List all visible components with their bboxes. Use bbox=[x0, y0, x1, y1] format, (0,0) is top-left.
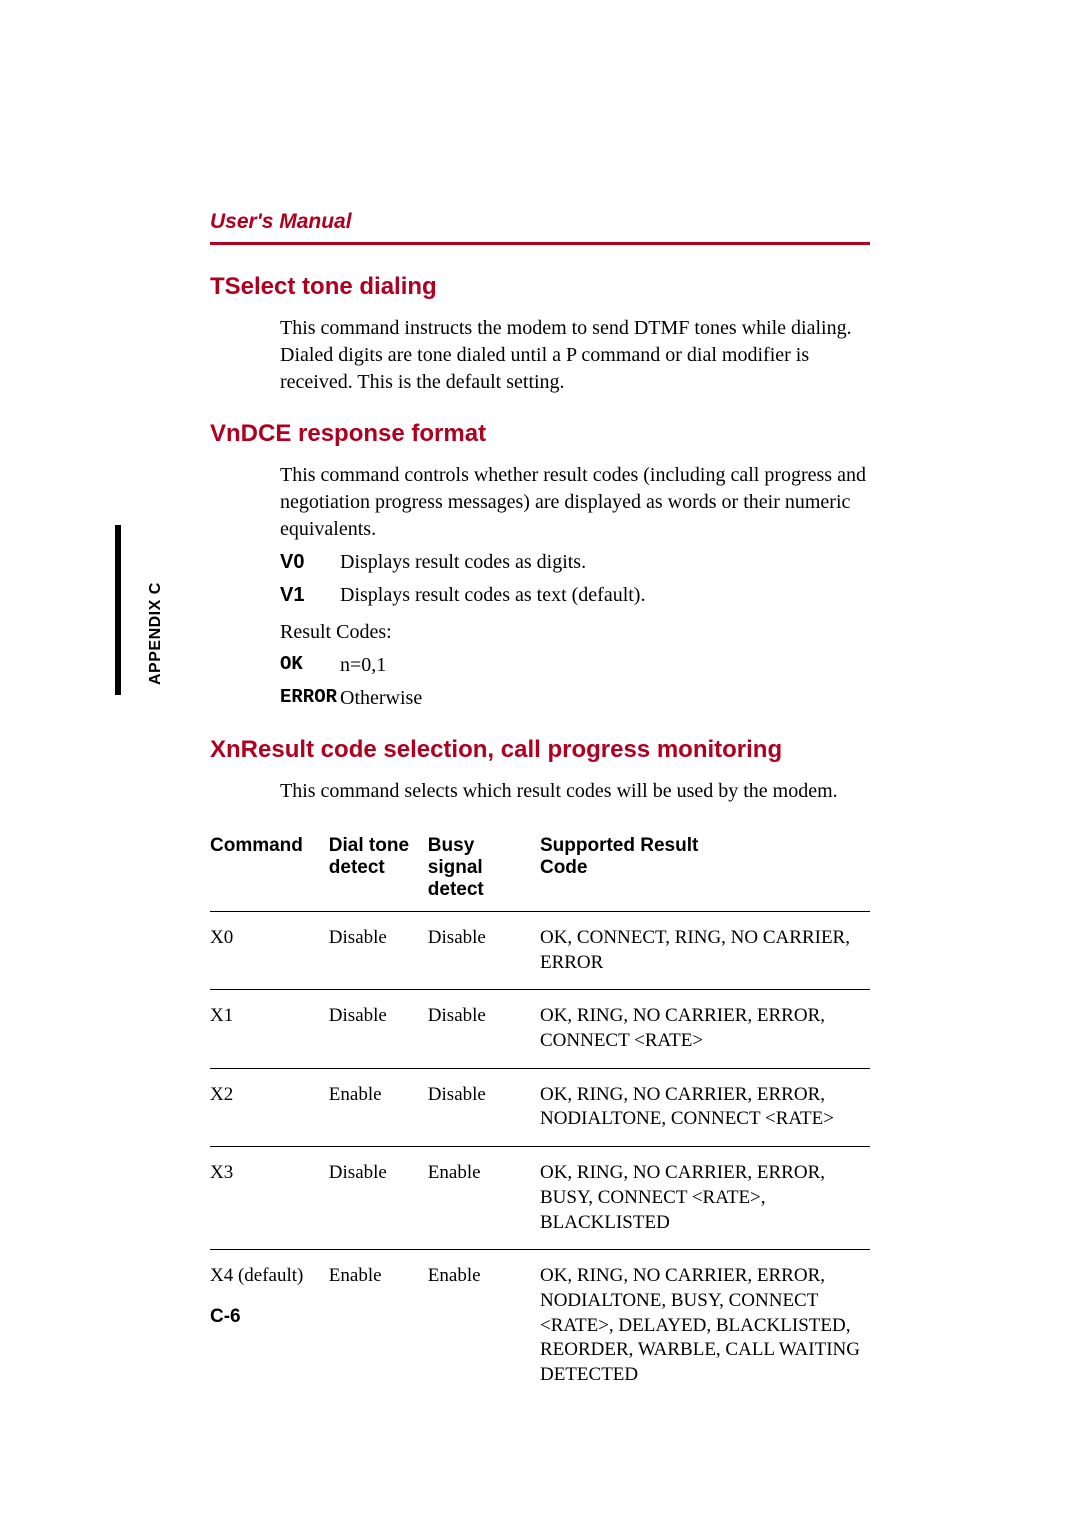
cell-dt: Disable bbox=[329, 990, 428, 1068]
xn-table: Command Dial tone detect Busy signal det… bbox=[210, 835, 870, 1402]
table-row: X4 (default) Enable Enable OK, RING, NO … bbox=[210, 1250, 870, 1402]
cell-res: OK, CONNECT, RING, NO CARRIER, ERROR bbox=[540, 912, 870, 990]
cell-res: OK, RING, NO CARRIER, ERROR, NODIALTONE,… bbox=[540, 1250, 870, 1402]
th-result: Supported Result Code bbox=[540, 835, 870, 912]
body-tselect: This command instructs the modem to send… bbox=[280, 315, 870, 396]
row-ok: OK n=0,1 bbox=[280, 652, 870, 679]
key-v1: V1 bbox=[280, 582, 340, 609]
cell-bs: Disable bbox=[428, 1068, 540, 1146]
th-res-line1: Supported Result bbox=[540, 835, 698, 856]
cell-dt: Enable bbox=[329, 1250, 428, 1402]
body-vndce: This command controls whether result cod… bbox=[280, 462, 870, 712]
cell-res: OK, RING, NO CARRIER, ERROR, NODIALTONE,… bbox=[540, 1068, 870, 1146]
key-v0: V0 bbox=[280, 549, 340, 576]
cell-res: OK, RING, NO CARRIER, ERROR, BUSY, CONNE… bbox=[540, 1147, 870, 1250]
row-v0: V0 Displays result codes as digits. bbox=[280, 549, 870, 576]
val-error: Otherwise bbox=[340, 685, 870, 712]
cell-bs: Disable bbox=[428, 990, 540, 1068]
cell-bs: Enable bbox=[428, 1147, 540, 1250]
page: User's Manual TSelect tone dialing This … bbox=[0, 0, 1080, 1402]
page-number: C-6 bbox=[210, 1306, 241, 1328]
cell-cmd: X2 bbox=[210, 1068, 329, 1146]
table-row: X2 Enable Disable OK, RING, NO CARRIER, … bbox=[210, 1068, 870, 1146]
th-dt-line1: Dial tone bbox=[329, 835, 409, 856]
cell-cmd: X3 bbox=[210, 1147, 329, 1250]
heading-tselect: TSelect tone dialing bbox=[210, 273, 870, 301]
key-error: ERROR bbox=[280, 685, 340, 712]
th-busysignal: Busy signal detect bbox=[428, 835, 540, 912]
th-command-text: Command bbox=[210, 835, 303, 856]
th-dialtone: Dial tone detect bbox=[329, 835, 428, 912]
cell-dt: Disable bbox=[329, 912, 428, 990]
row-v1: V1 Displays result codes as text (defaul… bbox=[280, 582, 870, 609]
cell-res: OK, RING, NO CARRIER, ERROR, CONNECT <RA… bbox=[540, 990, 870, 1068]
cell-bs: Disable bbox=[428, 912, 540, 990]
body-xn: This command selects which result codes … bbox=[280, 778, 870, 805]
vndce-intro: This command controls whether result cod… bbox=[280, 462, 870, 543]
th-bs-line1: Busy signal bbox=[428, 835, 483, 878]
th-bs-line2: detect bbox=[428, 879, 484, 900]
table-row: X1 Disable Disable OK, RING, NO CARRIER,… bbox=[210, 990, 870, 1068]
th-command: Command bbox=[210, 835, 329, 912]
cell-dt: Disable bbox=[329, 1147, 428, 1250]
table-row: X0 Disable Disable OK, CONNECT, RING, NO… bbox=[210, 912, 870, 990]
heading-xn: XnResult code selection, call progress m… bbox=[210, 736, 870, 764]
row-error: ERROR Otherwise bbox=[280, 685, 870, 712]
th-dt-line2: detect bbox=[329, 857, 385, 878]
result-codes-label: Result Codes: bbox=[280, 619, 870, 646]
heading-vndce: VnDCE response format bbox=[210, 420, 870, 448]
page-header: User's Manual bbox=[210, 210, 870, 245]
table-header-row: Command Dial tone detect Busy signal det… bbox=[210, 835, 870, 912]
cell-cmd: X1 bbox=[210, 990, 329, 1068]
table-row: X3 Disable Enable OK, RING, NO CARRIER, … bbox=[210, 1147, 870, 1250]
th-res-line2: Code bbox=[540, 857, 588, 878]
cell-bs: Enable bbox=[428, 1250, 540, 1402]
key-ok: OK bbox=[280, 652, 340, 679]
cell-cmd: X0 bbox=[210, 912, 329, 990]
val-v0: Displays result codes as digits. bbox=[340, 549, 870, 576]
val-v1: Displays result codes as text (default). bbox=[340, 582, 870, 609]
val-ok: n=0,1 bbox=[340, 652, 870, 679]
cell-dt: Enable bbox=[329, 1068, 428, 1146]
